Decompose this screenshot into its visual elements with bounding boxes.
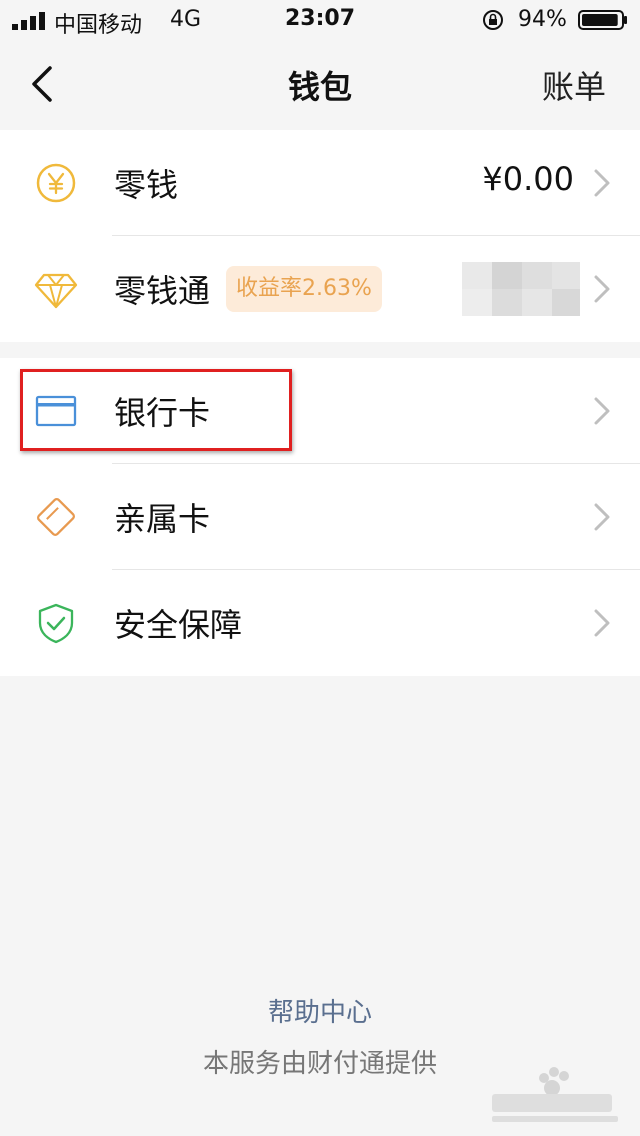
bank-card-highlight	[20, 369, 292, 451]
chevron-right-icon	[594, 503, 610, 531]
change-label: 零钱	[114, 166, 179, 204]
family-card-label: 亲属卡	[114, 500, 211, 538]
orientation-lock-icon	[483, 10, 503, 30]
family-card-row[interactable]: 亲属卡	[0, 464, 640, 570]
lingqiantong-row[interactable]: 零钱通 收益率2.63%	[0, 236, 640, 342]
family-card-icon	[37, 498, 75, 536]
chevron-right-icon	[594, 169, 610, 197]
status-bar: 中国移动 4G 23:07 94%	[0, 0, 640, 40]
watermark-logo	[492, 1067, 618, 1122]
change-row[interactable]: 零钱 ¥0.00	[0, 130, 640, 236]
security-label: 安全保障	[114, 606, 243, 644]
chevron-right-icon	[594, 609, 610, 637]
help-center-link[interactable]: 帮助中心	[0, 992, 640, 1029]
lingqiantong-label: 零钱通	[114, 272, 211, 310]
diamond-icon	[34, 273, 78, 309]
change-balance: ¥0.00	[482, 160, 574, 198]
chevron-right-icon	[594, 275, 610, 303]
yuan-coin-icon	[36, 163, 76, 203]
battery-icon	[578, 10, 627, 30]
security-row[interactable]: 安全保障	[0, 570, 640, 676]
balance-group: 零钱 ¥0.00 零钱通 收益率2.63%	[0, 130, 640, 342]
yield-rate-badge: 收益率2.63%	[226, 266, 382, 312]
blurred-balance	[462, 262, 580, 316]
bill-button[interactable]: 账单	[542, 62, 606, 108]
chevron-right-icon	[594, 397, 610, 425]
nav-bar: 钱包 账单	[0, 40, 640, 128]
shield-check-icon	[38, 603, 74, 644]
battery-percent: 94%	[518, 7, 567, 32]
